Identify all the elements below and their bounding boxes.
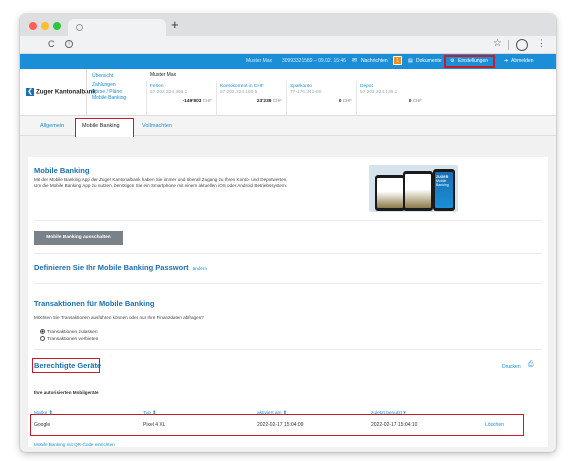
divider: [34, 283, 542, 284]
settings-link[interactable]: Einstellungen: [458, 58, 488, 64]
section-title-transactions: Transaktionen für Mobile Banking: [34, 299, 155, 308]
maximize-window-button[interactable]: [53, 22, 61, 30]
radio-allow-transactions[interactable]: Transaktionen zulassen: [40, 329, 97, 335]
overview-divider: [86, 69, 87, 116]
divider: [34, 220, 542, 221]
account-card[interactable]: Kontokorrent in CHF 57.202.324.160.5 23'…: [220, 84, 282, 105]
account-card[interactable]: Ferien 57.202.324.366.1 -149'803 CHF: [150, 84, 212, 105]
account-number: 57.202.324.135.1: [360, 90, 398, 95]
tab-powers[interactable]: Vollmachten: [142, 123, 172, 129]
account-balance: 0 CHF: [408, 98, 422, 104]
tab-mobile-banking-label[interactable]: Mobile Banking: [82, 123, 120, 129]
envelope-icon[interactable]: ✉: [352, 57, 357, 64]
tab-general[interactable]: Allgemein: [40, 123, 64, 129]
account-number: 57.202.324.366.1: [150, 90, 188, 95]
address-bar: C i ☆ ⋮: [20, 36, 556, 54]
divider: [34, 253, 542, 254]
transactions-question: Möchten Sie Transaktionen ausführen könn…: [34, 315, 204, 320]
logout-link[interactable]: Abmelden: [511, 58, 534, 64]
settings-tabs: Allgemein Mobile Banking Vollmachten: [20, 116, 556, 137]
browser-window: + C i ☆ ⋮ Muster Max 30993321589 – 09.02…: [20, 14, 556, 452]
tab-favicon-icon: [76, 24, 83, 31]
deactivate-mobile-banking-button[interactable]: Mobile Banking ausschalten: [34, 231, 123, 245]
phone-illustration: [403, 171, 433, 211]
site-info-icon[interactable]: i: [65, 40, 73, 48]
document-icon[interactable]: ▤: [408, 58, 413, 64]
profile-avatar-icon[interactable]: [516, 39, 528, 51]
promo-caption: Mobile Banking: [436, 179, 449, 187]
account-overview: ❮ Zuger Kantonalbank Übersicht Zahlungen …: [20, 69, 556, 116]
account-grid: Muster Max Ferien 57.202.324.366.1 -149'…: [146, 69, 546, 116]
change-password-link[interactable]: ändern: [193, 266, 207, 271]
print-link[interactable]: Drucken: [502, 364, 521, 370]
bank-logo-icon: ❮: [26, 88, 34, 96]
minimize-window-button[interactable]: [41, 22, 49, 30]
delete-device-link[interactable]: Löschen: [485, 422, 504, 428]
messages-count-badge[interactable]: 1: [393, 56, 402, 65]
account-number: 57.202.324.160.5: [220, 90, 258, 95]
grid-line: [356, 81, 357, 116]
password-title: Definieren Sie Ihr Mobile Banking Passwo…: [34, 263, 189, 272]
overview-links: Übersicht Zahlungen Börse / Pläne Mobile…: [92, 73, 126, 101]
account-card[interactable]: Sparkonto 77-176.341-0X 0 CHF: [290, 84, 352, 105]
section-title-mobile-banking: Mobile Banking: [34, 166, 90, 175]
device-last-used: 2022-02-17 15:04:10: [371, 422, 418, 428]
app-promo-image: ZUGER Mobile Banking: [369, 165, 458, 212]
divider: [34, 349, 542, 350]
gear-icon[interactable]: ⚙: [450, 58, 454, 64]
link-stock-exchange[interactable]: Börse / Pläne: [92, 89, 126, 95]
mobile-banking-description: Mit der Mobile Banking App der Zuger Kan…: [34, 177, 288, 188]
devices-subtitle: Ihre autorisierten Mobilgeräte: [34, 390, 99, 395]
phone-illustration: ZUGER Mobile Banking: [433, 169, 455, 211]
device-type: Pixel 4 XL: [143, 422, 166, 428]
documents-link[interactable]: Dokumente: [416, 58, 442, 64]
link-mobile-banking[interactable]: Mobile Banking: [92, 95, 126, 101]
section-title-devices: Berechtigte Geräte: [34, 361, 102, 370]
topbar-username: Muster Max: [246, 58, 273, 64]
phone-illustration: [375, 175, 405, 211]
section-title-password: Definieren Sie Ihr Mobile Banking Passwo…: [34, 263, 207, 272]
account-owner: Muster Max: [150, 72, 177, 78]
mobile-banking-panel: Mobile Banking Mit der Mobile Banking Ap…: [28, 157, 548, 447]
logout-icon[interactable]: ➜: [504, 58, 508, 64]
close-window-button[interactable]: [29, 22, 37, 30]
browser-tab-bar: +: [20, 14, 556, 36]
account-balance: -149'803 CHF: [182, 98, 212, 104]
qr-setup-link[interactable]: Mobile Banking mit QR-Code einrichten: [34, 442, 115, 448]
messages-link[interactable]: Nachrichten: [361, 58, 388, 64]
toolbar-separator: [508, 40, 509, 50]
device-brand: Google: [34, 422, 51, 428]
browser-tab[interactable]: [68, 19, 166, 36]
link-overview[interactable]: Übersicht: [92, 73, 126, 79]
topbar-session-info: 30993321589 – 09.02. 15:46: [282, 58, 346, 64]
top-navigation-bar: Muster Max 30993321589 – 09.02. 15:46 ✉ …: [20, 54, 556, 69]
radio-deny-transactions[interactable]: Transaktionen verbieten: [40, 336, 98, 342]
radio-selected-icon[interactable]: [40, 329, 45, 334]
new-tab-button[interactable]: +: [171, 17, 179, 32]
account-balance: 23'239 CHF: [256, 98, 282, 104]
grid-line: [286, 81, 287, 116]
grid-line: [146, 81, 147, 116]
device-activated: 2022-02-17 15:04:09: [257, 422, 304, 428]
account-number: 77-176.341-0X: [290, 90, 322, 95]
account-card[interactable]: Depot 57.202.324.135.1 0 CHF: [360, 84, 422, 105]
grid-line: [216, 81, 217, 116]
radio-unselected-icon[interactable]: [40, 336, 45, 341]
account-balance: 0 CHF: [338, 98, 352, 104]
bookmark-star-icon[interactable]: ☆: [493, 38, 502, 49]
browser-menu-icon[interactable]: ⋮: [537, 38, 546, 49]
printer-icon[interactable]: ⎙: [528, 361, 534, 369]
reload-icon[interactable]: C: [48, 39, 55, 49]
